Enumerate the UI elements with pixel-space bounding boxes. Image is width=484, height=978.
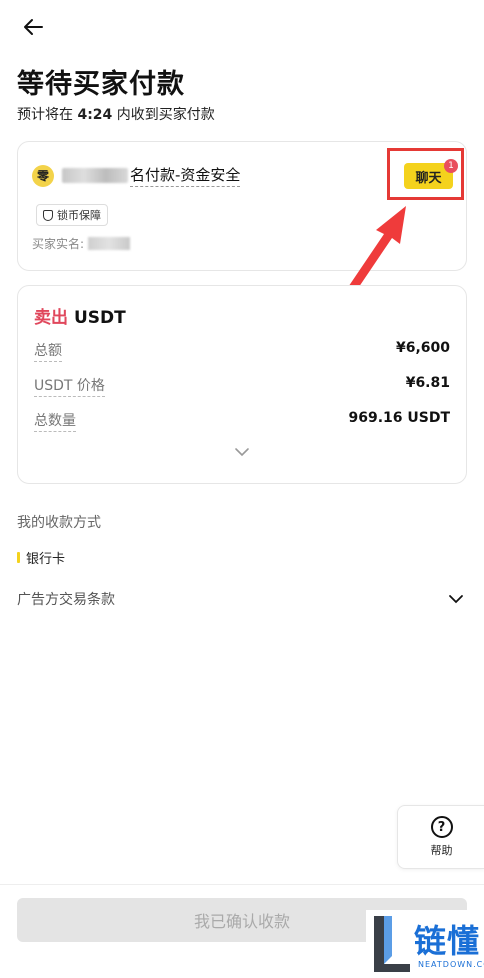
escrow-badge: 锁币保障: [36, 204, 108, 226]
site-watermark: 链懂 NEATDOWN.COM: [366, 910, 484, 978]
watermark-text: 链懂: [414, 922, 481, 960]
chevron-down-icon[interactable]: [234, 444, 250, 460]
help-button[interactable]: ? 帮助: [397, 805, 484, 869]
counterparty-name[interactable]: 名付款-资金安全: [130, 164, 241, 187]
row-label: 总数量: [34, 410, 76, 432]
watermark-subtext: NEATDOWN.COM: [418, 960, 484, 969]
page-title: 等待买家付款: [17, 69, 185, 100]
row-value: ¥6,600: [395, 340, 450, 356]
page-subtitle: 预计将在 4:24 内收到买家付款: [17, 107, 215, 123]
asset-label: USDT: [74, 308, 126, 328]
watermark-logo-icon: [374, 916, 410, 972]
escrow-badge-label: 锁币保障: [57, 209, 101, 222]
help-label: 帮助: [430, 844, 453, 857]
countdown-time: 4:24: [77, 107, 113, 123]
shield-icon: [43, 209, 53, 221]
buyer-realname: 买家实名:: [32, 235, 131, 252]
payment-method-item[interactable]: 银行卡: [17, 548, 65, 567]
order-row-quantity: 总数量 969.16 USDT: [34, 410, 450, 432]
row-label: 总额: [34, 340, 62, 362]
side-label: 卖出: [34, 308, 68, 328]
redacted-name: [62, 168, 128, 183]
question-icon: ?: [430, 816, 453, 838]
order-row-total: 总额 ¥6,600: [34, 340, 450, 362]
avatar: 零: [32, 164, 54, 187]
order-row-price: USDT 价格 ¥6.81: [34, 375, 450, 397]
row-value: 969.16 USDT: [348, 410, 450, 426]
method-color-bar: [17, 552, 20, 563]
order-side-heading: 卖出 USDT: [34, 303, 126, 328]
chevron-down-icon[interactable]: [448, 591, 464, 607]
back-arrow-icon[interactable]: [20, 14, 46, 40]
order-card: 卖出 USDT 总额 ¥6,600 USDT 价格 ¥6.81 总数量 969.1…: [17, 285, 467, 484]
redacted-buyer-name: [88, 237, 131, 250]
chat-highlight-box: 聊天 1: [387, 148, 464, 200]
payment-method-heading: 我的收款方式: [17, 515, 101, 531]
divider: [0, 884, 484, 885]
row-value: ¥6.81: [405, 375, 450, 391]
row-label: USDT 价格: [34, 375, 105, 397]
unread-badge: 1: [444, 159, 458, 173]
buyer-realname-label: 买家实名:: [32, 237, 85, 251]
counterparty-row[interactable]: 零 名付款-资金安全: [32, 164, 241, 187]
ad-terms-toggle[interactable]: 广告方交易条款: [17, 589, 115, 609]
payment-method-label: 银行卡: [26, 552, 66, 567]
